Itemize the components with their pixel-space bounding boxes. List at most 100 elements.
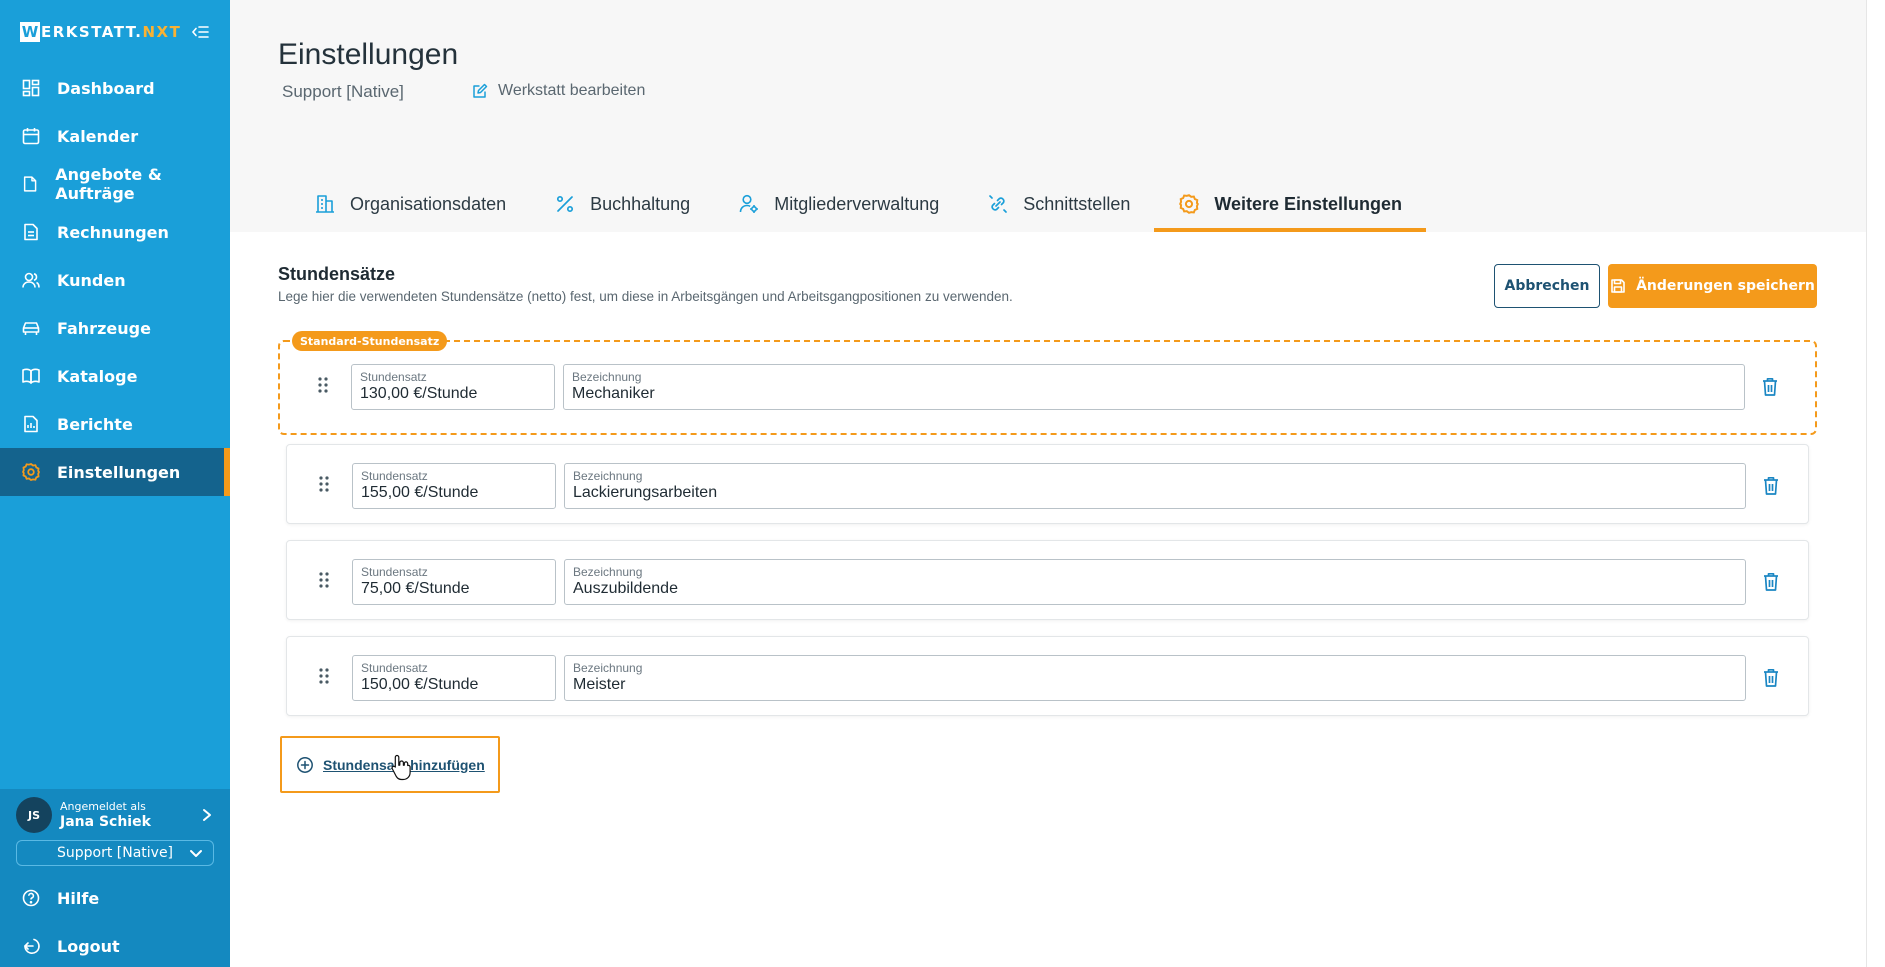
logged-in-label: Angemeldet als (60, 800, 146, 813)
sidebar-item-label: Fahrzeuge (57, 318, 151, 338)
page-title: Einstellungen (278, 38, 459, 71)
calendar-icon (22, 128, 40, 145)
rate-input[interactable]: Stundensatz 150,00 €/Stunde (352, 655, 556, 701)
report-icon (24, 415, 38, 433)
sidebar-item-label: Hilfe (57, 888, 100, 908)
tab-label: Organisationsdaten (350, 193, 507, 214)
plus-circle-icon (297, 756, 313, 773)
sidebar-item-label: Kataloge (57, 366, 138, 386)
cancel-button[interactable]: Abbrechen (1494, 264, 1600, 308)
sidebar-item-angebote[interactable]: Angebote & Aufträge (0, 160, 230, 208)
rate-input[interactable]: Stundensatz 155,00 €/Stunde (352, 463, 556, 509)
sidebar-item-kalender[interactable]: Kalender (0, 112, 230, 160)
rate-label: Stundensatz (361, 661, 428, 675)
chevron-down-icon (190, 850, 202, 857)
tab-organisationsdaten[interactable]: Organisationsdaten (290, 176, 530, 232)
sidebar-item-label: Kunden (57, 270, 126, 290)
car-icon (22, 322, 40, 335)
trash-icon[interactable] (1761, 571, 1781, 593)
sidebar-item-kataloge[interactable]: Kataloge (0, 352, 230, 400)
drag-handle-icon[interactable] (317, 665, 331, 687)
tab-weitere-einstellungen[interactable]: Weitere Einstellungen (1154, 176, 1426, 232)
rate-row: Stundensatz 75,00 €/Stunde Bezeichnung A… (286, 540, 1809, 620)
name-value: Meister (573, 676, 626, 693)
sidebar-item-label: Berichte (57, 414, 133, 434)
document-icon (23, 176, 37, 192)
link-icon (989, 195, 1008, 213)
name-label: Bezeichnung (573, 565, 643, 579)
percent-icon (557, 195, 574, 213)
collapse-menu-icon[interactable] (190, 22, 210, 42)
sidebar-item-fahrzeuge[interactable]: Fahrzeuge (0, 304, 230, 352)
page-header: Einstellungen Support [Native] Werkstatt… (230, 0, 1866, 232)
name-input[interactable]: Bezeichnung Auszubildende (564, 559, 1746, 605)
sidebar-item-label: Einstellungen (57, 462, 181, 482)
drag-handle-icon[interactable] (317, 569, 331, 591)
name-input[interactable]: Bezeichnung Mechaniker (563, 364, 1745, 410)
help-icon (22, 889, 40, 907)
rate-input[interactable]: Stundensatz 130,00 €/Stunde (351, 364, 555, 410)
logo-main: ERKSTATT. (41, 23, 143, 41)
sidebar-item-einstellungen[interactable]: Einstellungen (0, 448, 230, 496)
trash-icon[interactable] (1761, 475, 1781, 497)
edit-workshop-link[interactable]: Werkstatt bearbeiten (472, 82, 645, 100)
save-button-label: Änderungen speichern (1636, 278, 1815, 294)
invoice-icon (24, 223, 38, 241)
section-title: Stundensätze (278, 264, 396, 284)
sidebar-item-label: Dashboard (57, 78, 155, 98)
save-button[interactable]: Änderungen speichern (1608, 264, 1817, 308)
trash-icon[interactable] (1761, 667, 1781, 689)
name-value: Mechaniker (572, 385, 655, 402)
sidebar-item-label: Logout (57, 936, 120, 956)
rate-label: Stundensatz (360, 370, 427, 384)
drag-handle-icon[interactable] (316, 374, 330, 396)
tab-mitgliederverwaltung[interactable]: Mitgliederverwaltung (714, 176, 963, 232)
chevron-right-icon (203, 809, 211, 821)
rate-label: Stundensatz (361, 469, 428, 483)
logout-icon (24, 938, 40, 954)
rate-input[interactable]: Stundensatz 75,00 €/Stunde (352, 559, 556, 605)
user-text: Angemeldet als Jana Schiek (60, 800, 151, 830)
gear-icon (21, 463, 41, 481)
name-label: Bezeichnung (573, 469, 643, 483)
sidebar-item-hilfe[interactable]: Hilfe (0, 874, 230, 922)
sidebar-bottom-nav: Hilfe Logout (0, 874, 230, 967)
trash-icon[interactable] (1760, 376, 1780, 398)
hand-cursor-icon (391, 754, 411, 781)
name-input[interactable]: Bezeichnung Meister (564, 655, 1746, 701)
gear-icon (1179, 194, 1200, 214)
drag-handle-icon[interactable] (317, 473, 331, 495)
tab-schnittstellen[interactable]: Schnittstellen (963, 176, 1154, 232)
logo-accent: NXT (142, 23, 182, 41)
logo-letter: W (20, 22, 40, 42)
rate-value: 130,00 €/Stunde (360, 385, 478, 402)
rate-value: 150,00 €/Stunde (361, 676, 479, 693)
sidebar-item-berichte[interactable]: Berichte (0, 400, 230, 448)
sidebar-item-kunden[interactable]: Kunden (0, 256, 230, 304)
workshop-select-value: Support [Native] (56, 845, 174, 861)
sidebar-item-label: Angebote & Aufträge (55, 165, 162, 203)
user-profile[interactable]: JS Angemeldet als Jana Schiek (16, 795, 214, 835)
user-settings-icon (739, 194, 759, 213)
tab-label: Schnittstellen (1023, 193, 1131, 214)
sidebar: W ERKSTATT. NXT Dashboard Kalender Angeb… (0, 0, 230, 967)
tab-buchhaltung[interactable]: Buchhaltung (530, 176, 714, 232)
sidebar-item-dashboard[interactable]: Dashboard (0, 64, 230, 112)
name-input[interactable]: Bezeichnung Lackierungsarbeiten (564, 463, 1746, 509)
avatar: JS (16, 797, 52, 833)
logo[interactable]: W ERKSTATT. NXT (20, 22, 181, 42)
rate-label: Stundensatz (361, 565, 428, 579)
users-icon (22, 272, 40, 288)
rate-row: Stundensatz 155,00 €/Stunde Bezeichnung … (286, 444, 1809, 524)
sidebar-item-logout[interactable]: Logout (0, 922, 230, 967)
rate-value: 155,00 €/Stunde (361, 484, 479, 501)
name-value: Auszubildende (573, 580, 678, 597)
sidebar-item-rechnungen[interactable]: Rechnungen (0, 208, 230, 256)
sidebar-nav: Dashboard Kalender Angebote & Aufträge R… (0, 64, 230, 496)
name-value: Lackierungsarbeiten (573, 484, 718, 501)
rate-row: Stundensatz 150,00 €/Stunde Bezeichnung … (286, 636, 1809, 716)
workshop-select[interactable]: Support [Native] (16, 840, 214, 866)
name-label: Bezeichnung (572, 370, 642, 384)
floppy-disk-icon (1611, 279, 1625, 293)
name-label: Bezeichnung (573, 661, 643, 675)
